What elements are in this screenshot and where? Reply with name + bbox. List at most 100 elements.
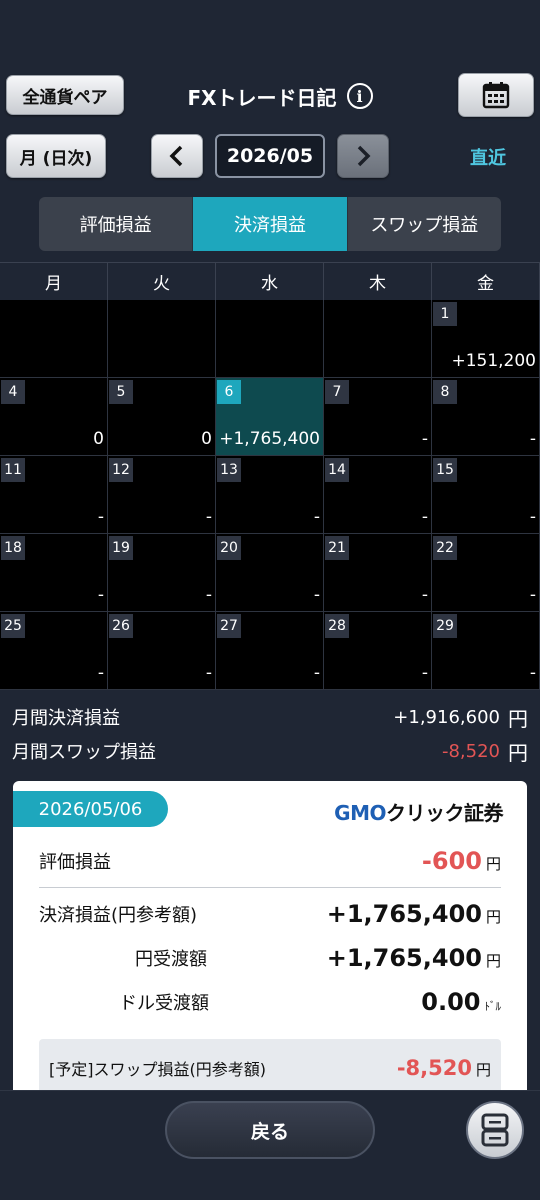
day-number: 25 xyxy=(1,614,25,638)
calendar-button[interactable] xyxy=(458,73,534,117)
day-number: 28 xyxy=(325,614,349,638)
unrealized-label: 評価損益 xyxy=(39,852,111,873)
scheduled-swap-box: [予定]スワップ損益(円参考額) -8,520 円 xyxy=(39,1039,501,1091)
scheduled-swap-label: [予定]スワップ損益(円参考額) xyxy=(49,1060,266,1079)
divider xyxy=(39,887,501,888)
calendar-day-4[interactable]: 40 xyxy=(0,378,108,456)
day-pl-value: - xyxy=(205,507,212,527)
day-pl-value: - xyxy=(313,663,320,683)
info-icon[interactable]: i xyxy=(346,83,373,109)
day-number: 1 xyxy=(433,302,457,326)
calendar-day-20[interactable]: 20 - xyxy=(216,534,324,612)
yen-transfer-row: 円受渡額 +1,765,400 円 xyxy=(39,938,501,978)
calendar-empty-cell xyxy=(324,300,432,378)
calendar-day-8[interactable]: 8- xyxy=(432,378,540,456)
calendar-empty-cell xyxy=(0,300,108,378)
calendar-icon xyxy=(482,82,510,109)
unrealized-value: -600 xyxy=(421,847,482,875)
calendar-day-28[interactable]: 28 - xyxy=(324,612,432,690)
monthly-swap-row: 月間スワップ損益 -8,520 円 xyxy=(12,736,528,766)
detail-date-badge: 2026/05/06 xyxy=(13,791,168,827)
day-number: 15 xyxy=(433,458,457,482)
dollar-unit: ﾄﾞﾙ xyxy=(484,1000,502,1013)
recent-link[interactable]: 直近 xyxy=(470,144,506,170)
day-pl-value: - xyxy=(529,663,536,683)
tab-settlement[interactable]: 決済損益 xyxy=(192,197,347,251)
back-button[interactable]: 戻る xyxy=(165,1101,375,1159)
dollar-transfer-value: 0.00 xyxy=(421,988,481,1016)
day-pl-value: - xyxy=(97,585,104,605)
day-pl-value: 0 xyxy=(201,429,212,449)
menu-button[interactable] xyxy=(466,1101,524,1159)
weekday-wed: 水 xyxy=(216,263,324,300)
tab-swap[interactable]: スワップ損益 xyxy=(346,197,501,251)
monthly-swap-label: 月間スワップ損益 xyxy=(12,742,156,763)
weekday-tue: 火 xyxy=(108,263,216,300)
calendar-day-13[interactable]: 13 - xyxy=(216,456,324,534)
day-number: 13 xyxy=(217,458,241,482)
day-number: 26 xyxy=(109,614,133,638)
day-number: 27 xyxy=(217,614,241,638)
day-pl-value: - xyxy=(529,429,536,449)
page-title-text: FXトレード日記 xyxy=(187,85,337,110)
yen-unit: 円 xyxy=(508,706,528,731)
calendar-day-7[interactable]: 7- xyxy=(324,378,432,456)
day-pl-value: 0 xyxy=(93,429,104,449)
unrealized-row: 評価損益 -600 円 xyxy=(39,841,501,881)
day-number: 14 xyxy=(325,458,349,482)
period-mode-button[interactable]: 月 (日次) xyxy=(6,134,106,178)
period-mode-label: 月 (日次) xyxy=(19,148,93,169)
calendar-day-26[interactable]: 26 - xyxy=(108,612,216,690)
next-month-button[interactable] xyxy=(337,134,389,178)
day-pl-value: - xyxy=(205,585,212,605)
calendar-day-1[interactable]: 1 +151,200 xyxy=(432,300,540,378)
day-number: 18 xyxy=(1,536,25,560)
calendar-day-12[interactable]: 12 - xyxy=(108,456,216,534)
day-number: 6 xyxy=(217,380,241,404)
menu-icon xyxy=(481,1113,509,1147)
currency-pair-button[interactable]: 全通貨ペア xyxy=(6,75,124,115)
calendar-day-21[interactable]: 21 - xyxy=(324,534,432,612)
day-number: 4 xyxy=(1,380,25,404)
weekday-header: 月 火 水 木 金 xyxy=(0,262,540,300)
day-pl-value: - xyxy=(205,663,212,683)
calendar-day-14[interactable]: 14 - xyxy=(324,456,432,534)
day-pl-value: - xyxy=(529,585,536,605)
day-pl-value: - xyxy=(529,507,536,527)
chevron-right-icon xyxy=(357,145,371,167)
day-pl-value: - xyxy=(97,663,104,683)
calendar-day-19[interactable]: 19 - xyxy=(108,534,216,612)
tab-unrealized[interactable]: 評価損益 xyxy=(39,197,193,251)
day-pl-value: +1,765,400 xyxy=(219,429,320,449)
monthly-summary: 月間決済損益 +1,916,600 円 月間スワップ損益 -8,520 円 xyxy=(0,690,540,780)
yen-transfer-value: +1,765,400 xyxy=(326,944,482,972)
calendar-day-27[interactable]: 27 - xyxy=(216,612,324,690)
dollar-transfer-row: ドル受渡額 0.00 ﾄﾞﾙ xyxy=(39,982,501,1022)
calendar-day-29[interactable]: 29 - xyxy=(432,612,540,690)
prev-month-button[interactable] xyxy=(151,134,203,178)
calendar-day-25[interactable]: 25 - xyxy=(0,612,108,690)
current-month: 2026/05 xyxy=(215,134,325,178)
day-number: 20 xyxy=(217,536,241,560)
day-pl-value: - xyxy=(421,429,428,449)
calendar-day-15[interactable]: 15 - xyxy=(432,456,540,534)
calendar-day-5[interactable]: 50 xyxy=(108,378,216,456)
calendar-day-22[interactable]: 22 - xyxy=(432,534,540,612)
calendar-day-6[interactable]: 6 +1,765,400 xyxy=(216,378,324,456)
calendar-day-11[interactable]: 11 - xyxy=(0,456,108,534)
day-pl-value: - xyxy=(421,663,428,683)
calendar-grid: 1 +151,200 4 0 5 0 6 +1,765,400 7-8-11-12-13-14-… xyxy=(0,300,540,690)
dollar-transfer-label: ドル受渡額 xyxy=(119,993,209,1014)
yen-unit: 円 xyxy=(475,1061,491,1079)
day-number: 8 xyxy=(433,380,457,404)
currency-pair-label: 全通貨ペア xyxy=(22,87,108,108)
day-pl-value: - xyxy=(313,585,320,605)
daily-detail-card: 2026/05/06 GMOクリック証券 評価損益 -600 円 決済損益(円参考… xyxy=(13,781,527,1091)
day-number: 11 xyxy=(1,458,25,482)
monthly-settlement-value: +1,916,600 xyxy=(393,706,500,728)
calendar-day-18[interactable]: 18 - xyxy=(0,534,108,612)
weekday-mon: 月 xyxy=(0,263,108,300)
yen-unit: 円 xyxy=(485,952,501,970)
yen-unit: 円 xyxy=(485,908,501,926)
day-number: 21 xyxy=(325,536,349,560)
